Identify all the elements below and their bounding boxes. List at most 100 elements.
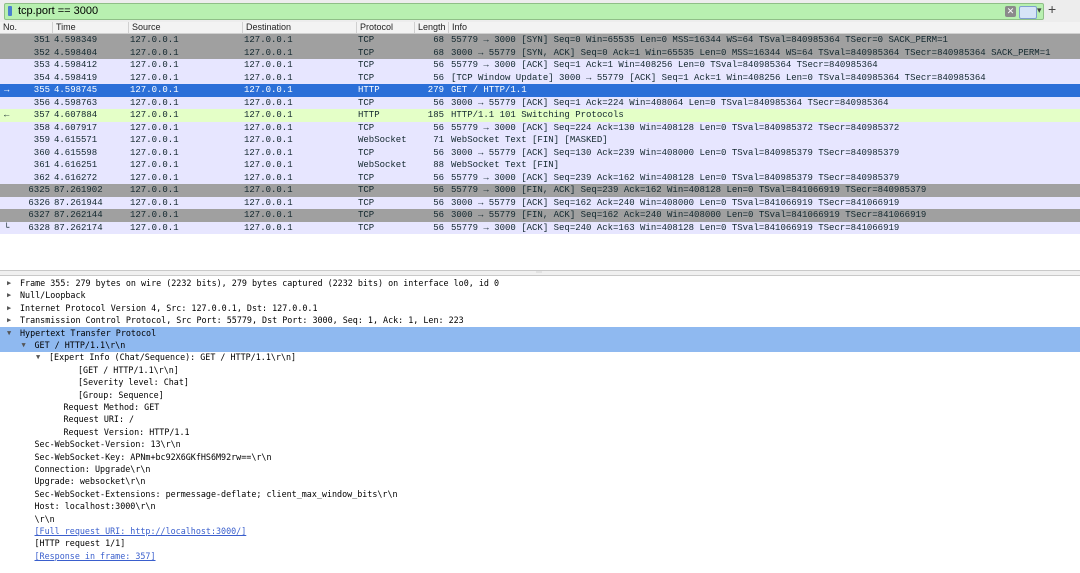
detail-text: Internet Protocol Version 4, Src: 127.0.…	[20, 302, 318, 313]
expanded-arrow-icon[interactable]: ▼	[22, 339, 26, 352]
detail-tree-item[interactable]: Sec-WebSocket-Key: APNm+bc92X6GKfHS6M92r…	[0, 451, 1080, 464]
packet-protocol: HTTP	[358, 110, 380, 120]
apply-arrow-icon[interactable]	[1019, 6, 1037, 19]
column-header-time[interactable]: Time	[52, 22, 128, 33]
packet-row[interactable]: 359 4.615571 127.0.0.1 127.0.0.1 WebSocket 71…	[0, 134, 1080, 147]
packet-protocol: TCP	[358, 185, 375, 195]
filter-text[interactable]: tcp.port == 3000	[18, 4, 98, 19]
packet-protocol: TCP	[358, 222, 375, 233]
packet-time: 4.598745	[54, 85, 98, 95]
detail-tree-item[interactable]: [Severity level: Chat]	[0, 376, 1080, 389]
packet-list[interactable]: No. Time Source Destination Protocol Len…	[0, 22, 1080, 270]
detail-text: Request Version: HTTP/1.1	[63, 426, 190, 437]
packet-row[interactable]: 353 4.598412 127.0.0.1 127.0.0.1 TCP 56 55779 …	[0, 59, 1080, 72]
packet-length: 56	[433, 72, 444, 83]
packet-row[interactable]: 354 4.598419 127.0.0.1 127.0.0.1 TCP 56 [TCP W…	[0, 71, 1080, 84]
column-header-destination[interactable]: Destination	[242, 22, 356, 33]
detail-tree-item[interactable]: \r\n	[0, 513, 1080, 526]
detail-tree-item[interactable]: ▶ Internet Protocol Version 4, Src: 127.0…	[0, 302, 1080, 315]
detail-tree-item[interactable]: Sec-WebSocket-Extensions: permessage-def…	[0, 488, 1080, 501]
packet-length: 56	[433, 185, 444, 195]
packet-row[interactable]: 362 4.616272 127.0.0.1 127.0.0.1 TCP 56 55779 …	[0, 171, 1080, 184]
packet-time: 4.598404	[54, 47, 98, 58]
packet-row[interactable]: 6327 87.262144 127.0.0.1 127.0.0.1 TCP 56 3000…	[0, 209, 1080, 222]
packet-length: 56	[433, 222, 444, 233]
detail-text: Request Method: GET	[63, 402, 160, 412]
expanded-arrow-icon[interactable]: ▼	[36, 351, 40, 364]
column-header-no[interactable]: No.	[0, 22, 52, 33]
detail-tree-item[interactable]: ▼ GET / HTTP/1.1\r\n	[0, 339, 1080, 352]
packet-row[interactable]: 352 4.598404 127.0.0.1 127.0.0.1 TCP 68 3000 →…	[0, 46, 1080, 59]
packet-number: 6328	[28, 222, 50, 233]
detail-tree-item[interactable]: ▶ Transmission Control Protocol, Src Port…	[0, 314, 1080, 327]
detail-link[interactable]: [Response in frame: 357]	[35, 550, 156, 563]
detail-tree-item[interactable]: Request Method: GET	[0, 401, 1080, 414]
packet-destination: 127.0.0.1	[244, 160, 293, 170]
detail-tree-item[interactable]: [GET / HTTP/1.1\r\n]	[0, 364, 1080, 377]
packet-protocol: TCP	[358, 47, 375, 58]
packet-time: 87.262174	[54, 222, 103, 233]
detail-text: [Expert Info (Chat/Sequence): GET / HTTP…	[49, 352, 297, 363]
packet-row[interactable]: 6326 87.261944 127.0.0.1 127.0.0.1 TCP 56 3000…	[0, 196, 1080, 209]
display-filter-input[interactable]: tcp.port == 3000 ✕ ▾	[4, 3, 1044, 20]
packet-time: 4.598412	[54, 60, 98, 70]
detail-tree-item[interactable]: Request URI: /	[0, 413, 1080, 426]
collapsed-arrow-icon[interactable]: ▶	[7, 302, 11, 315]
packet-time: 4.607884	[54, 110, 98, 120]
collapsed-arrow-icon[interactable]: ▶	[7, 289, 11, 302]
packet-row[interactable]: 358 4.607917 127.0.0.1 127.0.0.1 TCP 56 55779 …	[0, 121, 1080, 134]
packet-time: 4.598419	[54, 72, 98, 83]
detail-text: Null/Loopback	[20, 290, 86, 301]
detail-tree-item[interactable]: Host: localhost:3000\r\n	[0, 500, 1080, 513]
column-header-protocol[interactable]: Protocol	[356, 22, 414, 33]
column-header-length[interactable]: Length	[414, 22, 448, 33]
detail-tree-item[interactable]: ▶ Null/Loopback	[0, 289, 1080, 302]
packet-details[interactable]: ▶ Frame 355: 279 bytes on wire (2232 bits…	[0, 276, 1080, 573]
packet-protocol: TCP	[358, 210, 375, 220]
packet-number: 357	[33, 110, 50, 120]
packet-number: 6327	[28, 210, 50, 220]
packet-info: GET / HTTP/1.1	[451, 85, 527, 95]
plus-icon[interactable]: +	[1048, 2, 1056, 17]
detail-tree-item[interactable]: ▼ [Expert Info (Chat/Sequence): GET / HTT…	[0, 351, 1080, 364]
bookmark-icon[interactable]	[8, 6, 12, 16]
detail-tree-item[interactable]: [Group: Sequence]	[0, 389, 1080, 402]
detail-tree-item[interactable]: ▶ Frame 355: 279 bytes on wire (2232 bits…	[0, 277, 1080, 290]
packet-row[interactable]: 6325 87.261902 127.0.0.1 127.0.0.1 TCP 56 5577…	[0, 184, 1080, 197]
packet-length: 56	[433, 147, 444, 158]
packet-row[interactable]: 351 4.598349 127.0.0.1 127.0.0.1 TCP 68 55779 …	[0, 34, 1080, 47]
detail-tree-item[interactable]: Connection: Upgrade\r\n	[0, 463, 1080, 476]
detail-link[interactable]: [Full request URI: http://localhost:3000…	[35, 525, 247, 538]
packet-row[interactable]: └ 6328 87.262174 127.0.0.1 127.0.0.1 TCP 56 557…	[0, 221, 1080, 234]
detail-tree-item[interactable]: [Full request URI: http://localhost:3000…	[0, 525, 1080, 538]
detail-tree-item[interactable]: Sec-WebSocket-Version: 13\r\n	[0, 438, 1080, 451]
chevron-down-icon[interactable]: ▾	[1037, 5, 1042, 16]
collapsed-arrow-icon[interactable]: ▶	[7, 314, 11, 327]
packet-row[interactable]: → 355 4.598745 127.0.0.1 127.0.0.1 HTTP 279 GET…	[0, 84, 1080, 97]
detail-tree-item[interactable]: Upgrade: websocket\r\n	[0, 475, 1080, 488]
packet-length: 56	[433, 122, 444, 133]
display-filter-bar: tcp.port == 3000 ✕ ▾ +	[0, 0, 1080, 23]
packet-row[interactable]: 360 4.615598 127.0.0.1 127.0.0.1 TCP 56 3000 →…	[0, 146, 1080, 159]
packet-info: 55779 → 3000 [ACK] Seq=239 Ack=162 Win=4…	[451, 172, 900, 183]
packet-destination: 127.0.0.1	[244, 110, 293, 120]
detail-text: Hypertext Transfer Protocol	[20, 327, 157, 338]
column-header-source[interactable]: Source	[128, 22, 242, 33]
detail-tree-item[interactable]: ▼ Hypertext Transfer Protocol	[0, 326, 1080, 340]
packet-length: 88	[433, 160, 444, 170]
packet-source: 127.0.0.1	[130, 185, 179, 195]
packet-row[interactable]: ← 357 4.607884 127.0.0.1 127.0.0.1 HTTP 185 HTT…	[0, 109, 1080, 122]
detail-tree-item[interactable]: [HTTP request 1/1]	[0, 537, 1080, 550]
packet-number: 354	[33, 72, 50, 83]
packet-number: 362	[33, 172, 50, 183]
grip-icon[interactable]: ⋯	[536, 270, 542, 276]
expanded-arrow-icon[interactable]: ▼	[7, 327, 11, 340]
detail-tree-item[interactable]: Request Version: HTTP/1.1	[0, 426, 1080, 439]
detail-tree-item[interactable]: [Response in frame: 357]	[0, 550, 1080, 563]
collapsed-arrow-icon[interactable]: ▶	[7, 277, 11, 290]
column-header-info[interactable]: Info	[448, 22, 1080, 33]
detail-text: [Severity level: Chat]	[78, 377, 189, 388]
packet-row[interactable]: 356 4.598763 127.0.0.1 127.0.0.1 TCP 56 3000 →…	[0, 96, 1080, 109]
packet-row[interactable]: 361 4.616251 127.0.0.1 127.0.0.1 WebSocket 88…	[0, 159, 1080, 172]
clear-icon[interactable]: ✕	[1005, 6, 1016, 17]
